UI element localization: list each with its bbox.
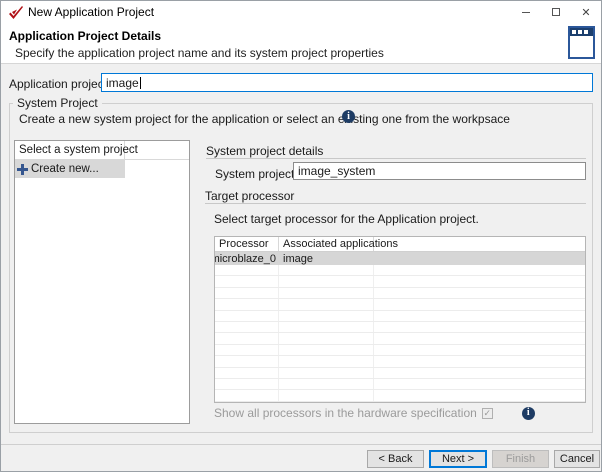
table-row-empty[interactable] (215, 368, 585, 379)
page-subtitle: Specify the application project name and… (15, 46, 384, 60)
table-row-empty[interactable] (215, 356, 585, 367)
table-row-empty[interactable] (215, 299, 585, 310)
table-row-empty[interactable] (215, 379, 585, 390)
page-title: Application Project Details (9, 29, 161, 43)
processors-info-icon[interactable]: i (522, 407, 535, 420)
cell-applications: image (279, 252, 374, 265)
cancel-button[interactable]: Cancel (554, 450, 600, 468)
window-graphic-icon (568, 26, 595, 59)
maximize-button[interactable] (541, 1, 571, 23)
xilinx-logo-icon (9, 6, 23, 19)
maximize-icon (552, 8, 560, 16)
finish-button[interactable]: Finish (492, 450, 549, 468)
divider (205, 203, 586, 204)
table-header-row: Processor Associated applications (215, 237, 585, 252)
minimize-button[interactable] (511, 1, 541, 23)
app-project-name-value: image (106, 76, 139, 90)
processor-table: Processor Associated applications microb… (214, 236, 586, 403)
text-caret (140, 77, 141, 89)
table-row-empty[interactable] (215, 311, 585, 322)
plus-icon (17, 164, 28, 175)
table-row-empty[interactable] (215, 322, 585, 333)
system-project-list: Select a system project Create new... (14, 140, 190, 424)
info-glyph: i (347, 112, 350, 122)
table-row-empty[interactable] (215, 390, 585, 401)
wizard-body: Application project name: image System P… (1, 64, 601, 444)
button-bar: < Back Next > Finish Cancel (1, 444, 601, 471)
cell-blank (374, 252, 585, 265)
show-all-checkbox[interactable]: ✓ (482, 408, 493, 419)
list-item-selection: Create new... (15, 160, 125, 178)
target-processor-instruction: Select target processor for the Applicat… (214, 212, 479, 226)
next-button[interactable]: Next > (429, 450, 487, 468)
app-project-name-input[interactable]: image (101, 73, 593, 92)
wizard-banner: Application Project Details Specify the … (1, 23, 601, 64)
cell-processor: microblaze_0 (215, 252, 279, 265)
table-row-empty[interactable] (215, 288, 585, 299)
list-header-label: Select a system project (15, 141, 125, 159)
close-icon: ✕ (581, 6, 590, 19)
dot-icon (584, 30, 588, 34)
list-item-create-new[interactable]: Create new... (15, 160, 189, 178)
system-project-name-input[interactable]: image_system (293, 162, 586, 180)
table-row-empty[interactable] (215, 265, 585, 276)
table-row-empty[interactable] (215, 345, 585, 356)
header-cell-processor[interactable]: Processor (215, 237, 279, 251)
window-title: New Application Project (28, 5, 154, 19)
close-button[interactable]: ✕ (571, 1, 601, 23)
divider (206, 158, 586, 159)
info-glyph: i (527, 408, 530, 418)
dot-icon (578, 30, 582, 34)
list-header: Select a system project (15, 141, 189, 160)
header-cell-blank[interactable] (374, 237, 585, 251)
system-project-group-label: System Project (13, 96, 102, 110)
system-project-name-value: image_system (298, 164, 375, 178)
processor-table-body (215, 265, 585, 402)
section-title-system-project-details: System project details (206, 144, 323, 158)
system-project-description: Create a new system project for the appl… (19, 112, 510, 126)
back-button[interactable]: < Back (367, 450, 424, 468)
show-all-label: Show all processors in the hardware spec… (214, 406, 477, 420)
window-graphic-titlebar (570, 28, 593, 36)
workspace-info-icon[interactable]: i (342, 110, 355, 123)
dot-icon (572, 30, 576, 34)
show-all-row: Show all processors in the hardware spec… (214, 406, 535, 420)
table-row-empty[interactable] (215, 333, 585, 344)
table-row-microblaze[interactable]: microblaze_0 image (215, 252, 585, 265)
header-cell-associated-applications[interactable]: Associated applications (279, 237, 374, 251)
minimize-icon (522, 12, 530, 13)
table-row-empty[interactable] (215, 276, 585, 287)
check-icon: ✓ (484, 409, 492, 418)
titlebar: New Application Project ✕ (1, 1, 601, 23)
section-title-target-processor: Target processor (205, 189, 294, 203)
create-new-label: Create new... (31, 163, 99, 175)
new-application-project-dialog: New Application Project ✕ Application Pr… (0, 0, 602, 472)
